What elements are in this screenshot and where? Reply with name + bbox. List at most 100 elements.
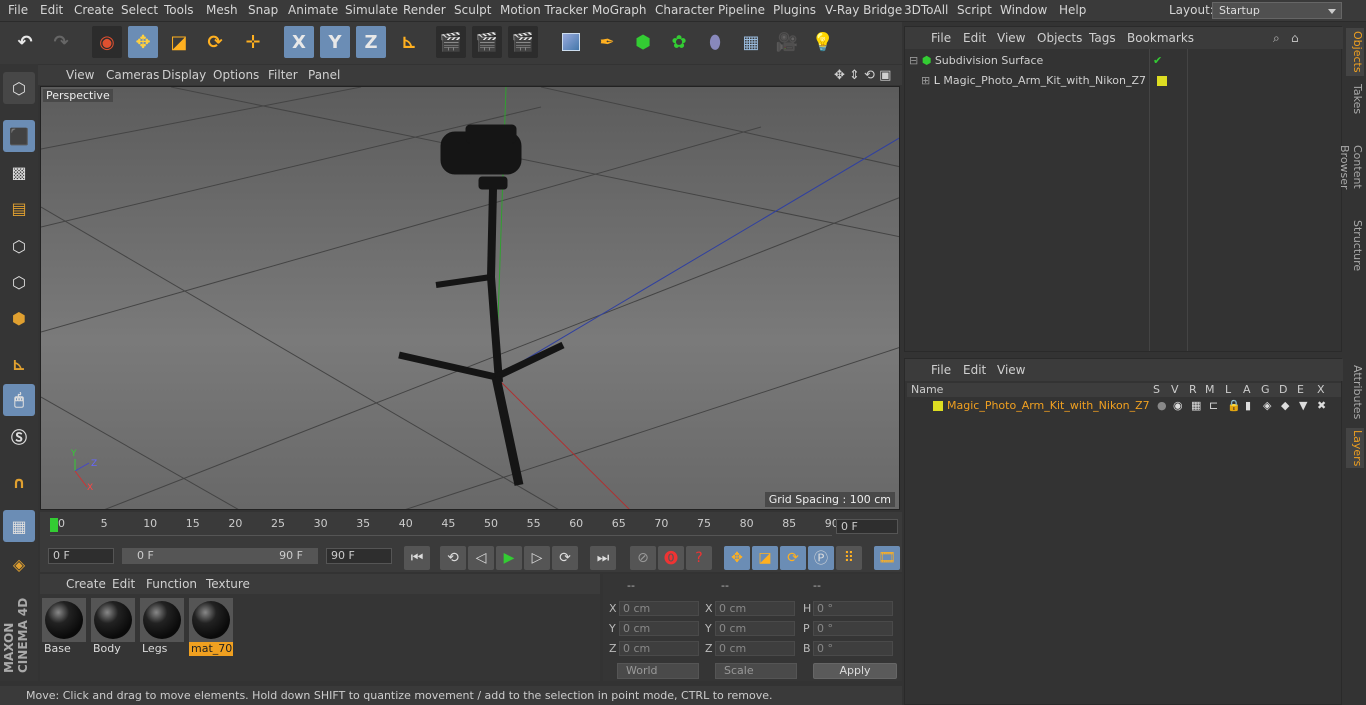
objects-menu-objects[interactable]: Objects bbox=[1037, 31, 1082, 45]
deformer-button[interactable]: ⬮ bbox=[700, 26, 730, 58]
menu-mograph[interactable]: MoGraph bbox=[592, 3, 647, 17]
apply-button[interactable]: Apply bbox=[813, 663, 897, 679]
material-swatch-body[interactable]: Body bbox=[91, 598, 135, 656]
menu-tools[interactable]: Tools bbox=[164, 3, 194, 17]
key-pla-button[interactable]: ⠿ bbox=[836, 546, 862, 570]
transform-tool-button[interactable]: ✛ bbox=[238, 26, 268, 58]
edges-mode-button[interactable]: ⬡ bbox=[3, 266, 35, 298]
cube-primitive-button[interactable] bbox=[556, 26, 586, 58]
enabled-check-icon[interactable]: ✔ bbox=[1153, 51, 1162, 71]
keyframe-selection-button[interactable]: ? bbox=[686, 546, 712, 570]
tab-objects[interactable]: Objects bbox=[1346, 28, 1364, 76]
menu-pipeline[interactable]: Pipeline bbox=[718, 3, 765, 17]
layout-select[interactable]: Startup bbox=[1212, 2, 1342, 19]
objects-menu-tags[interactable]: Tags bbox=[1089, 31, 1116, 45]
key-position-button[interactable]: ✥ bbox=[724, 546, 750, 570]
go-to-start-button[interactable]: ⏮ bbox=[404, 546, 430, 570]
menu-snap[interactable]: Snap bbox=[248, 3, 278, 17]
collapse-icon[interactable]: ⊟ bbox=[909, 54, 918, 67]
tab-layers[interactable]: Layers bbox=[1346, 428, 1364, 468]
floor-button[interactable]: ▦ bbox=[736, 26, 766, 58]
menu-sculpt[interactable]: Sculpt bbox=[454, 3, 491, 17]
material-menu-edit[interactable]: Edit bbox=[112, 577, 135, 591]
enable-axis-button[interactable]: ⊾ bbox=[3, 348, 35, 380]
position-z-field[interactable]: 0 cm bbox=[619, 641, 699, 656]
timeline-ruler[interactable]: 0 5 10 15 20 25 30 35 40 45 50 55 60 65 70 75 80 85 90 bbox=[50, 514, 839, 536]
move-tool-button[interactable]: ✥ bbox=[128, 26, 158, 58]
solo-dot-icon[interactable]: ● bbox=[1157, 398, 1167, 414]
current-frame-field[interactable]: 0 F bbox=[836, 519, 898, 534]
menu-vray-bridge[interactable]: V-Ray Bridge bbox=[825, 3, 902, 17]
expand-icon[interactable]: ⊞ bbox=[921, 74, 930, 87]
snapping-button[interactable]: Ⓢ bbox=[3, 420, 35, 452]
tab-structure[interactable]: Structure bbox=[1346, 220, 1364, 272]
deformer-icon[interactable]: ◆ bbox=[1281, 398, 1289, 414]
layers-menu-view[interactable]: View bbox=[997, 363, 1025, 377]
size-y-field[interactable]: 0 cm bbox=[715, 621, 795, 636]
rotation-p-field[interactable]: 0 ° bbox=[813, 621, 893, 636]
material-menu-texture[interactable]: Texture bbox=[206, 577, 250, 591]
rotation-b-field[interactable]: 0 ° bbox=[813, 641, 893, 656]
tweak-mode-button[interactable]: 🖱 bbox=[3, 384, 35, 416]
render-view-button[interactable]: 🎬 bbox=[436, 26, 466, 58]
material-menu-function[interactable]: Function bbox=[146, 577, 197, 591]
object-row-subdivision-surface[interactable]: ⊟ ⬢ Subdivision Surface ✔ bbox=[909, 51, 1339, 71]
layer-row[interactable]: Magic_Photo_Arm_Kit_with_Nikon_Z7 ● ◉ ▦ … bbox=[907, 398, 1341, 414]
menu-render[interactable]: Render bbox=[403, 3, 446, 17]
tab-attributes[interactable]: Attributes bbox=[1346, 362, 1364, 422]
menu-create[interactable]: Create bbox=[74, 3, 114, 17]
viewport-navigation-icons[interactable]: ✥ ⇕ ⟲ ▣ bbox=[834, 68, 891, 83]
expression-icon[interactable]: ▼ bbox=[1299, 398, 1307, 414]
camera-button[interactable]: 🎥 bbox=[772, 26, 802, 58]
cloner-button[interactable]: ✿ bbox=[664, 26, 694, 58]
search-icon[interactable]: ⌕ bbox=[1273, 31, 1280, 46]
next-frame-button[interactable]: ▷ bbox=[524, 546, 550, 570]
locked-workplane-button[interactable]: ◈ bbox=[3, 548, 35, 580]
timeline[interactable]: 0 5 10 15 20 25 30 35 40 45 50 55 60 65 70 75 80 85 90 0 F bbox=[40, 512, 902, 544]
subdivision-surface-button[interactable]: ⬢ bbox=[628, 26, 658, 58]
render-settings-button[interactable]: 🎬 bbox=[508, 26, 538, 58]
size-z-field[interactable]: 0 cm bbox=[715, 641, 795, 656]
size-x-field[interactable]: 0 cm bbox=[715, 601, 795, 616]
frame-range-slider[interactable]: 0 F 90 F bbox=[122, 548, 318, 564]
rotation-h-field[interactable]: 0 ° bbox=[813, 601, 893, 616]
menu-window[interactable]: Window bbox=[1000, 3, 1047, 17]
magnet-button[interactable]: ∩ bbox=[3, 466, 35, 498]
menu-3dtoall[interactable]: 3DToAll bbox=[904, 3, 948, 17]
record-keys-button[interactable]: ⊘ bbox=[630, 546, 656, 570]
tab-content-browser[interactable]: Content Browser bbox=[1338, 122, 1364, 212]
coordinate-space-select[interactable]: World bbox=[617, 663, 699, 679]
layer-color-tag[interactable] bbox=[1157, 76, 1167, 86]
material-menu-create[interactable]: Create bbox=[66, 577, 106, 591]
material-swatch-base[interactable]: Base bbox=[42, 598, 86, 656]
xref-icon[interactable]: ✖ bbox=[1317, 398, 1326, 414]
home-icon[interactable]: ⌂ bbox=[1291, 31, 1299, 45]
menu-help[interactable]: Help bbox=[1059, 3, 1086, 17]
position-y-field[interactable]: 0 cm bbox=[619, 621, 699, 636]
texture-mode-button[interactable]: ▩ bbox=[3, 156, 35, 188]
autokey-button[interactable]: ⓿ bbox=[658, 546, 684, 570]
menu-character[interactable]: Character bbox=[655, 3, 714, 17]
key-parameter-button[interactable]: Ⓟ bbox=[808, 546, 834, 570]
render-clapper-icon[interactable]: ▦ bbox=[1191, 398, 1201, 414]
menu-edit[interactable]: Edit bbox=[40, 3, 63, 17]
workplane-mode-button[interactable]: ▤ bbox=[3, 192, 35, 224]
material-swatch-legs[interactable]: Legs bbox=[140, 598, 184, 656]
previous-key-button[interactable]: ⟲ bbox=[440, 546, 466, 570]
eye-icon[interactable]: ◉ bbox=[1173, 398, 1183, 414]
play-button[interactable]: ▶ bbox=[496, 546, 522, 570]
menu-plugins[interactable]: Plugins bbox=[773, 3, 816, 17]
model-mode-button[interactable]: ⬛ bbox=[3, 120, 35, 152]
end-frame-field[interactable]: 90 F bbox=[326, 548, 392, 564]
viewport-menu-filter[interactable]: Filter bbox=[268, 68, 298, 82]
make-editable-button[interactable]: ⬡ bbox=[3, 72, 35, 104]
objects-menu-bookmarks[interactable]: Bookmarks bbox=[1127, 31, 1194, 45]
live-selection-button[interactable]: ◉ bbox=[92, 26, 122, 58]
y-axis-button[interactable]: Y bbox=[320, 26, 350, 58]
layers-menu-edit[interactable]: Edit bbox=[963, 363, 986, 377]
layers-menu-file[interactable]: File bbox=[931, 363, 951, 377]
position-x-field[interactable]: 0 cm bbox=[619, 601, 699, 616]
objects-menu-edit[interactable]: Edit bbox=[963, 31, 986, 45]
size-mode-select[interactable]: Scale bbox=[715, 663, 797, 679]
z-axis-button[interactable]: Z bbox=[356, 26, 386, 58]
